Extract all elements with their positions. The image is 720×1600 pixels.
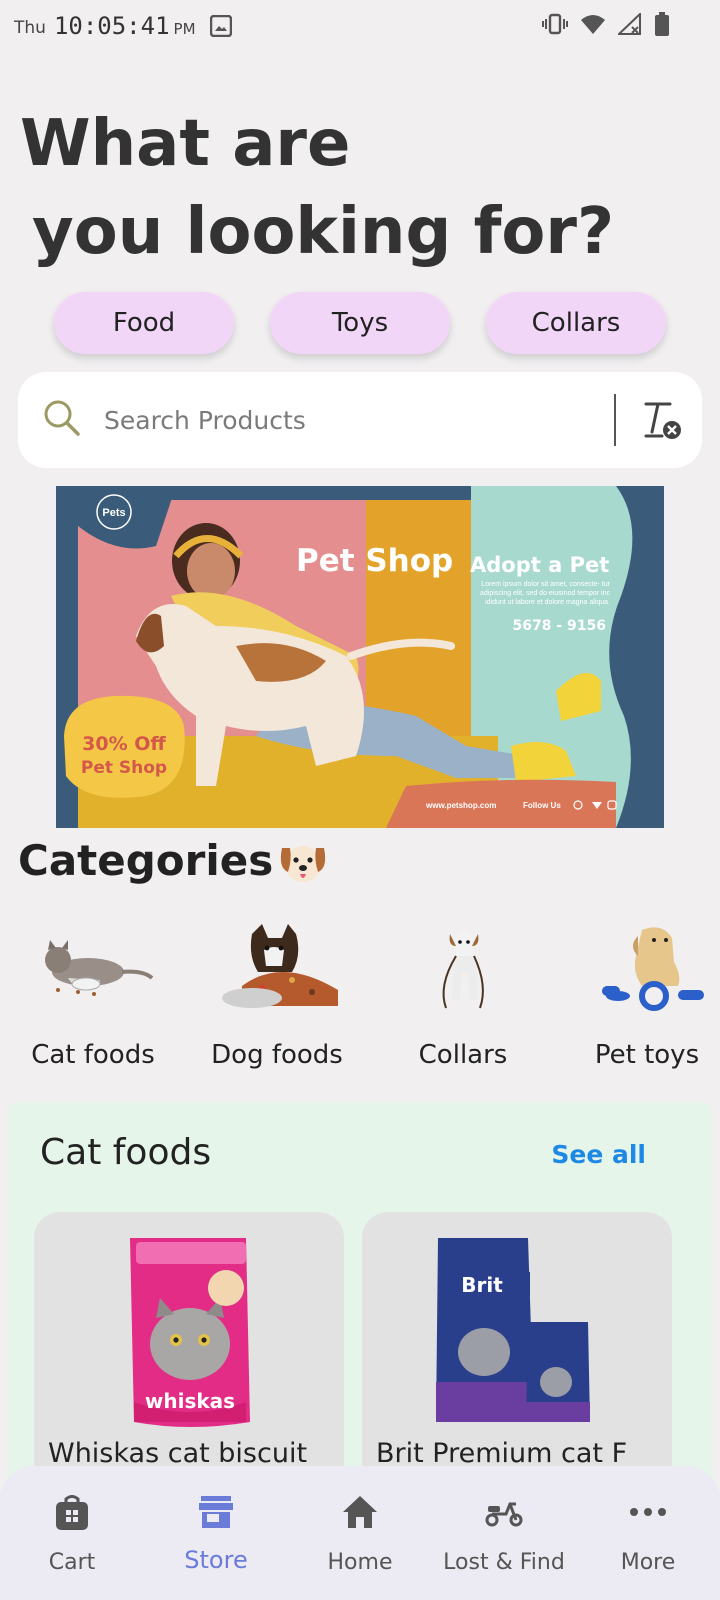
bottom-nav: Cart Store Home Lost & Find More — [0, 1466, 720, 1600]
clear-format-icon[interactable] — [640, 398, 684, 446]
banner-offer-line2: Pet Shop — [81, 758, 167, 778]
product-brand: whiskas — [145, 1389, 235, 1413]
category-label: Cat foods — [31, 1040, 155, 1070]
dog-foods-image — [222, 924, 338, 1008]
nav-home[interactable]: Home — [288, 1494, 432, 1584]
cat-foods-image — [45, 940, 154, 996]
pet-toys-image — [602, 927, 704, 1011]
collars-image — [442, 932, 484, 1009]
section-title: Cat foods — [40, 1132, 212, 1173]
filter-chips: Food Toys Collars — [0, 292, 720, 354]
store-icon — [198, 1494, 234, 1534]
search-bar — [18, 372, 702, 468]
banner-illustration: Pets 30% Off Pet Shop Pet Shop Adopt a P… — [56, 486, 664, 828]
status-day: Thu — [14, 18, 46, 38]
nav-more[interactable]: More — [576, 1494, 720, 1584]
battery-icon — [654, 12, 670, 36]
status-time: 10:05:41 — [53, 12, 170, 40]
nav-cart[interactable]: Cart — [0, 1494, 144, 1584]
cat-foods-section: Cat foods See all whiskas Whiskas cat bi… — [8, 1102, 712, 1542]
signal-icon — [618, 13, 642, 35]
shopping-bag-icon — [54, 1494, 90, 1536]
chip-collars[interactable]: Collars — [486, 292, 666, 354]
search-divider — [614, 394, 616, 446]
category-cat-foods[interactable]: Cat foods — [8, 916, 178, 1076]
banner-follow: Follow Us — [523, 801, 561, 810]
banner-logo: Pets — [102, 507, 125, 519]
status-ampm: PM — [173, 20, 196, 38]
nav-lost-find[interactable]: Lost & Find — [432, 1494, 576, 1584]
nav-label: Cart — [48, 1550, 96, 1575]
nav-label: Store — [184, 1546, 248, 1574]
status-icons — [542, 12, 670, 36]
vibrate-icon — [542, 13, 568, 35]
banner-offer-line1: 30% Off — [82, 733, 166, 755]
page-title-line1: What are — [20, 107, 351, 181]
product-brand: Brit — [461, 1273, 503, 1297]
product-image: Brit — [436, 1238, 590, 1422]
categories-title: Categories — [18, 836, 274, 885]
banner-body: Lorem ipsum dolor sit amet, consecte- tu… — [480, 581, 610, 606]
status-bar: Thu 10:05:41 PM — [0, 0, 720, 52]
see-all-link[interactable]: See all — [551, 1140, 646, 1169]
more-horizontal-icon — [628, 1494, 668, 1534]
product-name: Brit Premium cat F — [376, 1438, 628, 1469]
banner-phone: 5678 - 9156 — [513, 618, 607, 634]
chip-food[interactable]: Food — [54, 292, 234, 354]
search-input[interactable] — [104, 396, 604, 444]
wifi-icon — [580, 13, 606, 35]
product-image: whiskas — [130, 1238, 250, 1427]
category-label: Collars — [418, 1040, 508, 1070]
category-list: Cat foods Dog foods Collars Pet toys — [0, 916, 720, 1076]
category-label: Pet toys — [594, 1040, 700, 1070]
category-collars[interactable]: Collars — [378, 916, 548, 1076]
search-icon — [42, 398, 82, 444]
banner-title: Pet Shop — [296, 543, 453, 579]
category-label: Dog foods — [211, 1040, 343, 1070]
nav-label: Home — [327, 1550, 393, 1575]
product-name: Whiskas cat biscuit — [48, 1438, 308, 1469]
page-title: What are you looking for? — [20, 100, 700, 276]
nav-label: Lost & Find — [443, 1550, 565, 1575]
nav-label: More — [620, 1550, 676, 1575]
banner-subtitle: Adopt a Pet — [470, 553, 609, 577]
dog-face-icon — [276, 838, 330, 890]
promo-banner[interactable]: Pets 30% Off Pet Shop Pet Shop Adopt a P… — [56, 486, 664, 828]
chip-toys[interactable]: Toys — [270, 292, 450, 354]
category-pet-toys[interactable]: Pet toys — [562, 916, 720, 1076]
category-dog-foods[interactable]: Dog foods — [192, 916, 362, 1076]
scooter-icon — [484, 1494, 524, 1534]
page-title-line2: you looking for? — [32, 195, 615, 269]
nav-store[interactable]: Store — [144, 1494, 288, 1584]
banner-website: www.petshop.com — [425, 801, 496, 810]
gallery-icon — [209, 14, 232, 38]
home-icon — [341, 1494, 379, 1534]
